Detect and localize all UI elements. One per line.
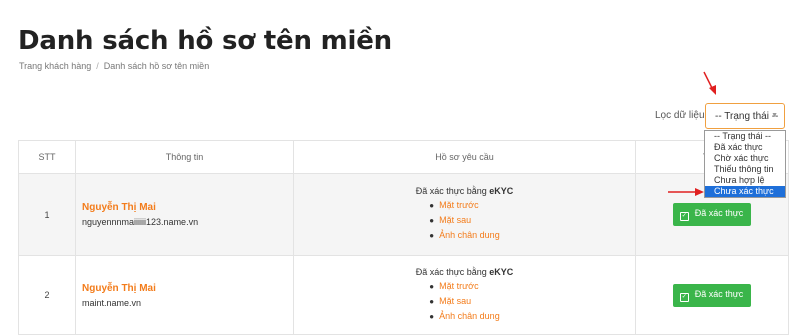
bullet-icon: ●: [429, 231, 435, 240]
page-title: Danh sách hồ sơ tên miền: [18, 26, 392, 56]
customer-name[interactable]: Nguyễn Thị Mai: [82, 283, 292, 294]
customer-name[interactable]: Nguyễn Thị Mai: [82, 202, 292, 213]
document-link-back[interactable]: ● Mặt sau: [429, 213, 499, 228]
red-arrow-icon: [668, 188, 704, 196]
row-status: ✓ Đã xác thực: [635, 255, 789, 335]
row-index: 1: [18, 173, 76, 256]
caret-down-icon: ▼: [771, 112, 778, 119]
verification-method: Đã xác thực bằng eKYC: [295, 186, 634, 196]
header-info: Thông tin: [75, 140, 294, 174]
dropdown-option-missing-info[interactable]: Thiếu thông tin: [705, 164, 785, 175]
row-documents: Đã xác thực bằng eKYC ● Mặt trước ● Mặt sa…: [293, 173, 636, 256]
document-link-front[interactable]: ● Mặt trước: [429, 198, 499, 213]
check-square-icon: ✓: [679, 212, 689, 221]
domain-name: maint.name.vn: [82, 297, 142, 308]
document-link-portrait[interactable]: ● Ảnh chân dung: [429, 228, 499, 243]
verification-text: Đã xác thực bằng: [415, 266, 490, 277]
dropdown-option-invalid[interactable]: Chưa hợp lệ: [705, 175, 785, 186]
dropdown-option-verified[interactable]: Đã xác thực: [705, 142, 785, 153]
verification-method-name: eKYC: [489, 186, 514, 196]
verification-text: Đã xác thực bằng: [415, 186, 490, 196]
red-arrow-icon: [703, 71, 716, 95]
status-label: Đã xác thực: [694, 288, 744, 299]
document-link-back[interactable]: ● Mặt sau: [429, 294, 499, 309]
verification-method: Đã xác thực bằng eKYC: [295, 267, 634, 277]
breadcrumb-item-customer[interactable]: Trang khách hàng: [19, 61, 91, 71]
domain-profiles-table: STT Thông tin Hồ sơ yêu cầu Trạn 1 Nguyễ…: [18, 140, 789, 335]
bullet-icon: ●: [429, 296, 435, 306]
table-header-row: STT Thông tin Hồ sơ yêu cầu Trạn: [18, 140, 789, 174]
status-verified-button[interactable]: ✓ Đã xác thực: [672, 283, 752, 307]
document-list: ● Mặt trước ● Mặt sau ● Ảnh chân dung: [429, 198, 499, 243]
dropdown-option-pending[interactable]: Chờ xác thực: [705, 153, 785, 164]
status-filter-value: -- Trạng thái --: [715, 111, 779, 122]
row-index: 2: [18, 255, 76, 335]
dropdown-option-unverified[interactable]: Chưa xác thực: [705, 186, 785, 197]
row-info: Nguyễn Thị Mai nguyennnmaiiiiii123.name.…: [75, 173, 294, 256]
dropdown-option-placeholder[interactable]: -- Trạng thái --: [705, 131, 785, 142]
check-square-icon: ✓: [679, 292, 689, 302]
breadcrumb: Trang khách hàng / Danh sách hồ sơ tên miề…: [19, 61, 209, 71]
document-link-portrait[interactable]: ● Ảnh chân dung: [429, 309, 499, 324]
breadcrumb-item-current: Danh sách hồ sơ tên miền: [103, 61, 210, 71]
status-filter-select[interactable]: -- Trạng thái -- ▼: [705, 103, 785, 129]
verification-method-name: eKYC: [489, 266, 514, 277]
header-documents: Hồ sơ yêu cầu: [293, 140, 636, 174]
table-row: 2 Nguyễn Thị Mai maint.name.vn Đã xác th…: [18, 255, 789, 335]
status-filter-dropdown: -- Trạng thái -- Đã xác thực Chờ xác thự…: [704, 130, 786, 198]
bullet-icon: ●: [429, 281, 435, 291]
bullet-icon: ●: [429, 311, 435, 321]
document-list: ● Mặt trước ● Mặt sau ● Ảnh chân dung: [429, 279, 499, 324]
row-documents: Đã xác thực bằng eKYC ● Mặt trước ● Mặt sa…: [293, 255, 636, 335]
status-verified-button[interactable]: ✓ Đã xác thực: [672, 203, 752, 226]
filter-label: Lọc dữ liệu: [655, 110, 705, 121]
domain-name: nguyennnmaiiiiii123.name.vn: [82, 217, 199, 227]
bullet-icon: ●: [429, 201, 435, 210]
status-label: Đã xác thực: [694, 208, 744, 218]
breadcrumb-separator: /: [96, 61, 99, 71]
header-stt: STT: [18, 140, 76, 174]
document-link-front[interactable]: ● Mặt trước: [429, 279, 499, 294]
row-info: Nguyễn Thị Mai maint.name.vn: [75, 255, 294, 335]
bullet-icon: ●: [429, 216, 435, 225]
